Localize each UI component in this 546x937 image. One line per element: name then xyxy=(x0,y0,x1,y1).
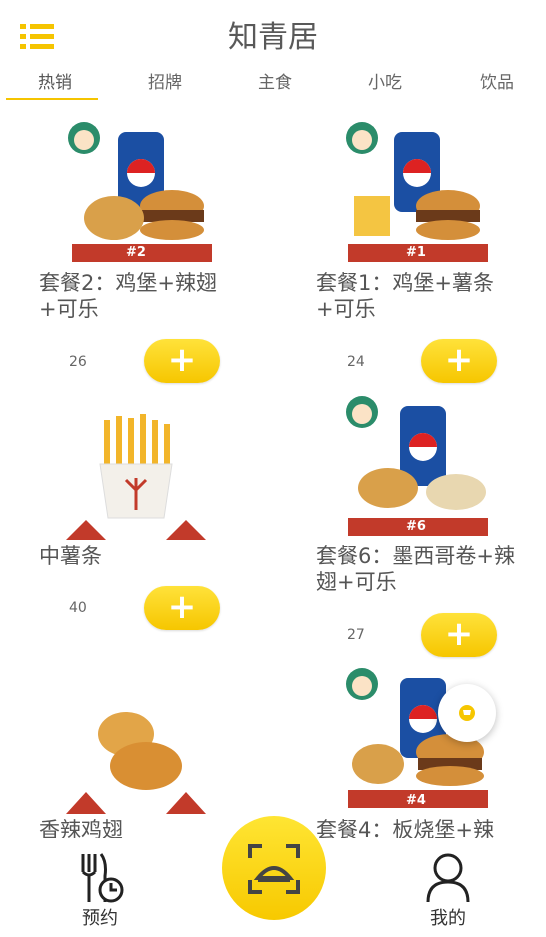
cart-icon xyxy=(459,705,475,725)
sales-count: 26 xyxy=(69,354,87,370)
fork-clock-icon xyxy=(75,852,125,904)
product-name: 套餐6：墨西哥卷+辣翅+可乐 xyxy=(316,544,515,594)
tab-drinks[interactable]: 饮品 xyxy=(442,66,546,100)
product-name: 套餐1：鸡堡+薯条+可乐 xyxy=(316,271,494,321)
nav-me[interactable]: 我的 xyxy=(398,838,498,930)
sales-count: 40 xyxy=(69,600,87,616)
product-badge: #1 xyxy=(406,245,426,260)
sales-count: 27 xyxy=(347,627,365,643)
page-title: 知青居 xyxy=(228,20,318,55)
nav-label-me: 我的 xyxy=(430,908,466,929)
product-image[interactable] xyxy=(62,118,222,262)
tab-hot[interactable]: 热销 xyxy=(0,66,110,100)
category-tabs: 热销 招牌 主食 小吃 饮品 xyxy=(0,66,546,102)
product-image[interactable] xyxy=(338,118,498,262)
sales-count: 24 xyxy=(347,354,365,370)
product-image[interactable] xyxy=(338,392,498,536)
add-button[interactable]: + xyxy=(421,339,497,383)
add-button[interactable]: + xyxy=(144,586,220,630)
product-badge: #2 xyxy=(126,245,146,260)
product-badge: #6 xyxy=(406,519,426,534)
product-image[interactable] xyxy=(56,414,216,544)
nav-reserve[interactable]: 预约 xyxy=(50,838,150,930)
scan-icon xyxy=(248,844,300,898)
tab-staple[interactable]: 主食 xyxy=(220,66,330,100)
tab-signature[interactable]: 招牌 xyxy=(110,66,220,100)
tab-snack[interactable]: 小吃 xyxy=(330,66,440,100)
add-button[interactable]: + xyxy=(421,613,497,657)
product-name: 套餐2：鸡堡+辣翅+可乐 xyxy=(39,271,217,321)
product-image[interactable] xyxy=(56,694,216,824)
cart-button[interactable] xyxy=(438,684,496,742)
active-tab-indicator xyxy=(6,98,98,100)
product-badge: #4 xyxy=(406,793,426,808)
nav-label-reserve: 预约 xyxy=(82,908,118,929)
add-button[interactable]: + xyxy=(144,339,220,383)
user-icon xyxy=(424,852,472,904)
top-bar: 知青居 xyxy=(0,0,546,64)
scan-button[interactable] xyxy=(222,816,326,920)
product-name: 中薯条 xyxy=(39,544,102,568)
